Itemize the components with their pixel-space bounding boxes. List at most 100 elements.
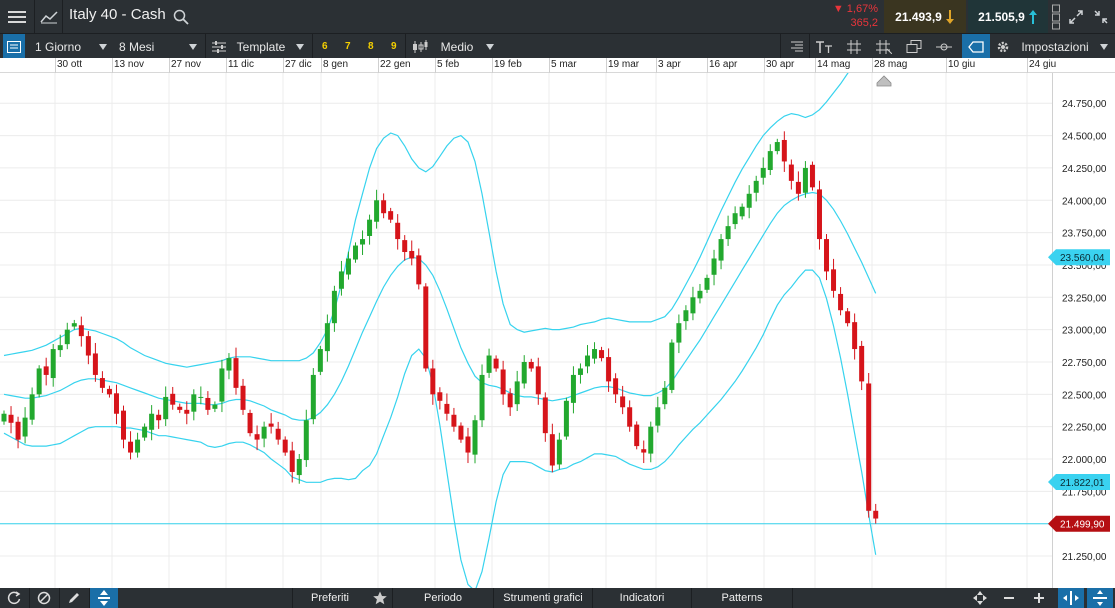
fullscreen-button[interactable] [1065,0,1087,33]
current-price-tag: 21.499,90 [1060,520,1105,531]
candle-body [683,310,689,322]
zoom-in-button[interactable] [1028,588,1050,608]
y-tick-label: 22.500,00 [1062,390,1107,401]
quick-button-1[interactable]: 6 [322,34,328,59]
grid-icon [847,39,861,54]
fit-horizontal-button[interactable] [1058,588,1084,608]
candle-body [641,449,647,453]
draw-button[interactable] [60,588,88,608]
date-label: 24 giu [1029,59,1057,70]
date-label: 16 apr [709,59,738,70]
move-icon [98,590,110,606]
label-tool-button[interactable] [962,34,990,59]
quick-button-3[interactable]: 8 [368,34,374,59]
candle-body [500,369,506,395]
candle-body [367,219,373,236]
refresh-button[interactable] [0,588,28,608]
date-label: 27 nov [171,59,202,70]
buy-price-button[interactable]: 21.505,9 [968,0,1048,33]
windows-icon [906,39,922,53]
template-select[interactable]: Template [212,34,304,59]
minus-icon [1004,597,1014,599]
windows-button[interactable] [904,34,924,59]
candle-type-select[interactable]: Medio [412,34,494,59]
candle-body [254,434,260,440]
zoom-out-button[interactable] [998,588,1020,608]
period-value: 8 Mesi [119,39,155,54]
date-tick [815,58,816,73]
candle-body [191,394,197,412]
candle-body [753,180,759,193]
tag-icon [968,40,984,53]
candle-body [388,211,394,220]
drawing-tools-button[interactable]: Strumenti grafici [494,588,592,608]
date-label: 30 ott [57,59,83,70]
date-tick [112,58,113,73]
candle-body [92,353,98,375]
candle-body [184,409,190,414]
magnet-button[interactable] [934,34,954,59]
more-button[interactable] [1090,0,1112,33]
top-bar: Italy 40 - Cash ▼ 1,67% 365,2 21.493,9 2… [0,0,1115,33]
candle-body [838,293,844,311]
date-label: 3 apr [658,59,681,70]
candle-body [247,412,253,434]
candle-body [142,426,148,438]
date-tick [321,58,322,73]
buy-price: 21.505,9 [978,9,1025,24]
candle-body [289,450,295,472]
candle-body [331,290,337,324]
arrow-up-icon [1028,9,1037,24]
y-tick-label: 22.750,00 [1062,358,1107,369]
crosshair-button[interactable] [874,34,894,59]
menu-button[interactable] [0,0,34,33]
chart-type-button[interactable] [35,0,62,33]
candle-type-label: Medio [440,39,474,54]
candle-body [177,406,183,410]
indicators-button[interactable]: Indicatori [593,588,691,608]
candle-body [866,383,872,511]
template-icon [212,40,226,53]
candle-body [444,403,450,414]
date-label: 13 nov [114,59,145,70]
candle-body [570,374,576,403]
watchlist-button[interactable] [3,34,25,59]
grid-button[interactable] [844,34,864,59]
candle-body [732,213,738,225]
search-button[interactable] [170,0,192,33]
candle-body [353,245,358,260]
candle-body [528,361,534,369]
text-tool-button[interactable] [814,34,834,59]
price-chart[interactable]: 24.750,00 24.500,00 24.250,00 24.000,00 23.7… [0,73,1115,588]
patterns-button[interactable]: Patterns [692,588,792,608]
quick-button-4[interactable]: 9 [391,34,397,59]
period-button[interactable]: Periodo [393,588,493,608]
favorites-button[interactable]: Preferiti [293,588,367,608]
candle-body [697,290,703,299]
settings-select[interactable]: Impostazioni [996,34,1108,59]
fit-vertical-button[interactable] [1087,588,1113,608]
candle-body [767,151,773,170]
candle-body [374,200,380,222]
fit-vertical-icon [1093,590,1107,606]
cursor-mode-button[interactable] [90,588,118,608]
list-align-button[interactable] [786,34,806,59]
daily-change: ▼ 1,67% 365,2 [820,0,882,33]
candle-body [296,459,302,476]
candle-body [219,368,225,402]
period-select[interactable]: 8 Mesi [119,34,197,59]
candle-body [423,286,429,369]
pan-button[interactable] [968,588,992,608]
sell-price-button[interactable]: 21.493,9 [884,0,966,33]
interval-select[interactable]: 1 Giorno [35,34,107,59]
favorite-star-button[interactable] [368,588,392,608]
pencil-icon [69,593,79,603]
clear-button[interactable] [30,588,58,608]
favorites-label: Preferiti [311,592,349,604]
candle-body [163,396,169,420]
quick-button-2[interactable]: 7 [345,34,351,59]
candle-body [268,423,274,427]
layout-toggle[interactable] [1050,0,1062,33]
chart-toolbar: 1 Giorno 8 Mesi Template 6 7 8 9 Medio I… [0,33,1115,59]
candle-body [226,358,232,371]
